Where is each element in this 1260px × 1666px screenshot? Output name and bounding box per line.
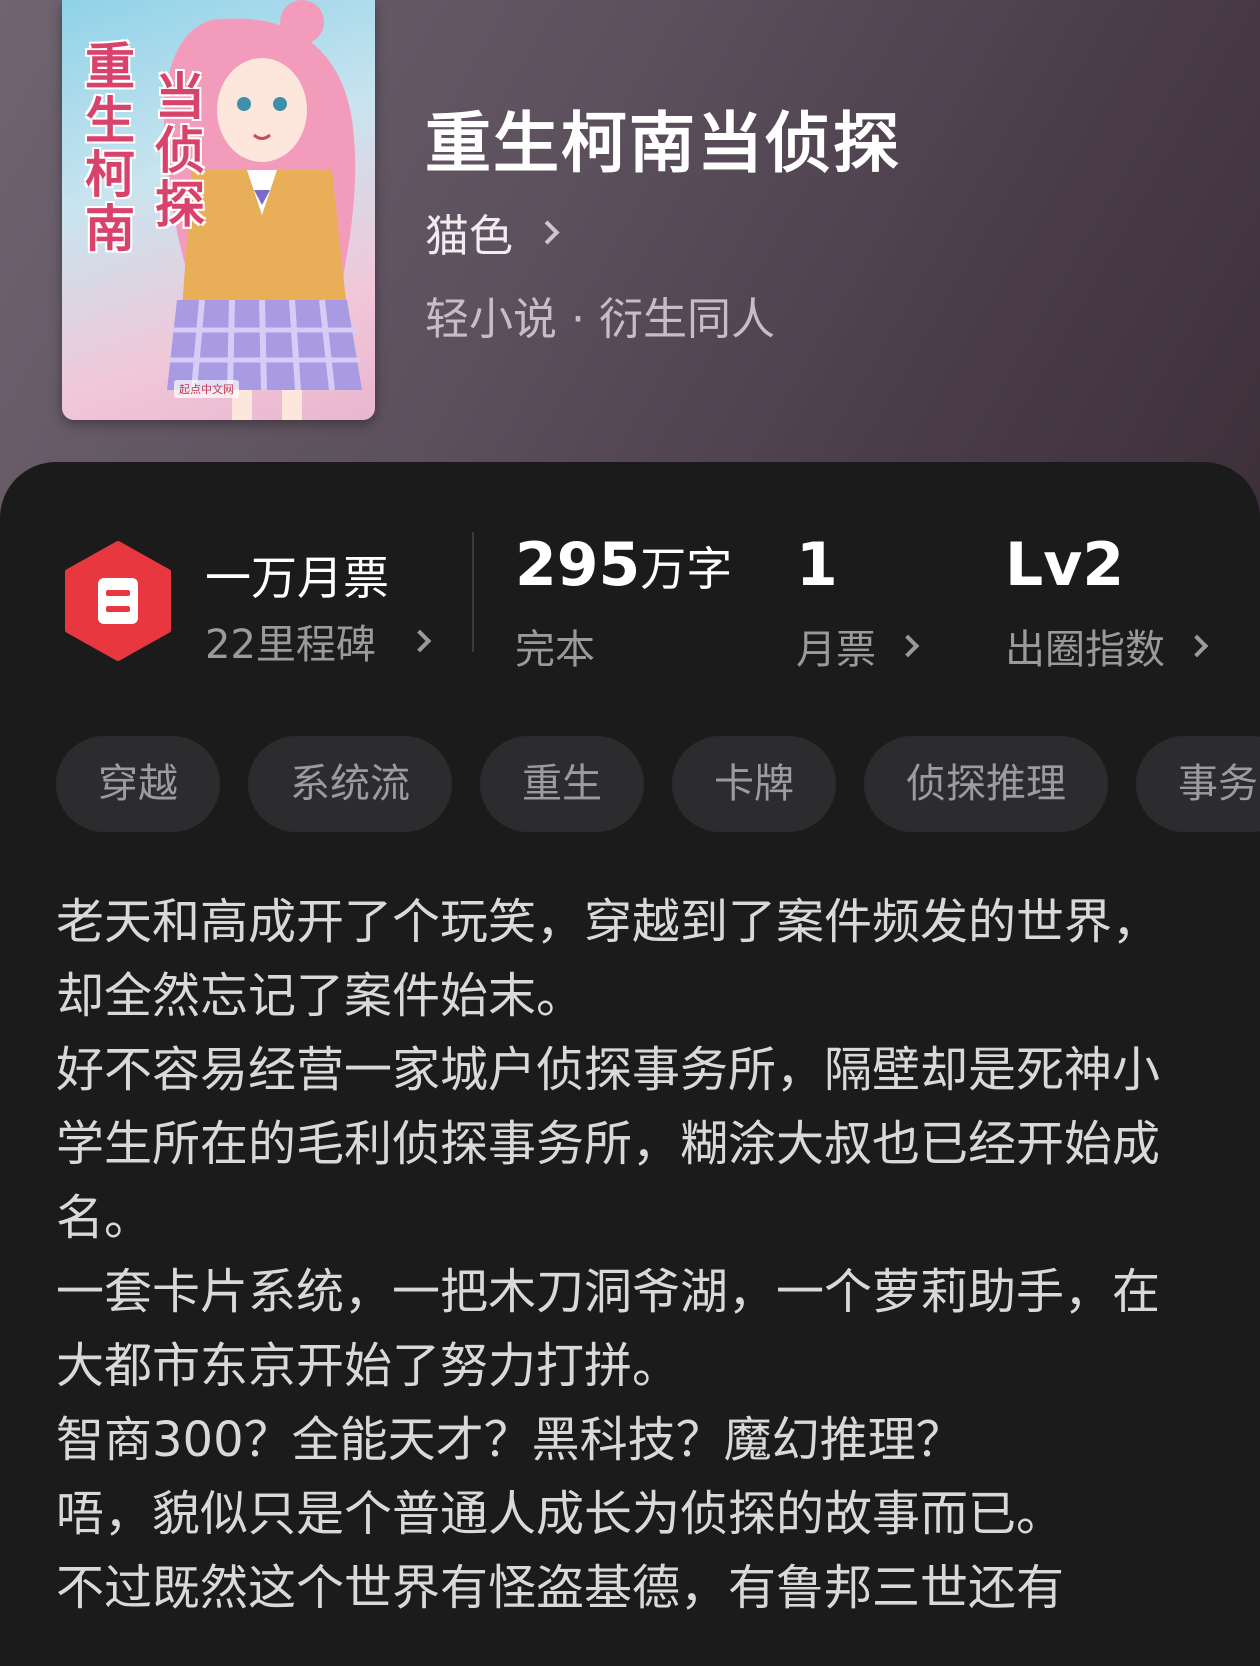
author-name: 猫色 — [425, 211, 513, 262]
circle-index-label: 出圈指数 — [1005, 627, 1165, 673]
book-detail-card: 一万月票 22里程碑 295万字 完本 1 月票 Lv2 出圈指数 穿越 系统流… — [0, 462, 1260, 1666]
book-cover[interactable]: 重生柯南 当侦探 起点中文网 — [62, 0, 375, 420]
cover-title-column-2: 当侦探 — [155, 67, 205, 234]
cover-title-column-1: 重生柯南 — [85, 37, 135, 258]
stats-divider — [472, 532, 474, 652]
milestone-label: 22里程碑 — [205, 622, 376, 668]
tag-list: 穿越 系统流 重生 卡牌 侦探推理 事务 — [56, 736, 1260, 832]
chevron-right-icon — [535, 219, 560, 245]
tag-chip[interactable]: 系统流 — [248, 736, 452, 832]
monthly-ticket-title[interactable]: 一万月票 — [205, 542, 389, 608]
word-count-number: 295 — [515, 530, 641, 600]
tag-chip[interactable]: 事务 — [1136, 736, 1260, 832]
cover-publisher-mark: 起点中文网 — [174, 380, 239, 398]
circle-index-value: Lv2 — [1005, 530, 1125, 600]
tag-chip[interactable]: 穿越 — [56, 736, 220, 832]
completion-status: 完本 — [515, 627, 595, 673]
tag-chip[interactable]: 卡牌 — [672, 736, 836, 832]
milestone-link[interactable]: 22里程碑 — [205, 612, 432, 670]
stats-row: 一万月票 22里程碑 295万字 完本 1 月票 Lv2 出圈指数 — [0, 462, 1260, 702]
hexagon-ticket-icon[interactable] — [62, 540, 174, 662]
tag-chip[interactable]: 侦探推理 — [864, 736, 1108, 832]
author-link[interactable]: 猫色 — [425, 200, 560, 264]
book-title: 重生柯南当侦探 — [425, 104, 901, 182]
tag-chip[interactable]: 重生 — [480, 736, 644, 832]
monthly-votes-value: 1 — [796, 530, 838, 600]
word-count-unit: 万字 — [640, 542, 733, 596]
monthly-votes-link[interactable]: 月票 — [796, 617, 920, 675]
circle-index-link[interactable]: 出圈指数 — [1005, 617, 1209, 675]
book-genre: 轻小说 · 衍生同人 — [425, 294, 775, 345]
book-synopsis[interactable]: 老天和高成开了个玩笑，穿越到了案件频发的世界，却全然忘记了案件始末。 好不容易经… — [56, 885, 1176, 1625]
monthly-votes-label: 月票 — [796, 627, 876, 673]
book-header: 重生柯南 当侦探 起点中文网 重生柯南当侦探 猫色 轻小说 · 衍生同人 — [0, 0, 1260, 520]
word-count-value: 295万字 — [515, 530, 732, 600]
chevron-right-icon — [408, 629, 432, 653]
chevron-right-icon — [896, 634, 920, 658]
chevron-right-icon — [1185, 634, 1209, 658]
